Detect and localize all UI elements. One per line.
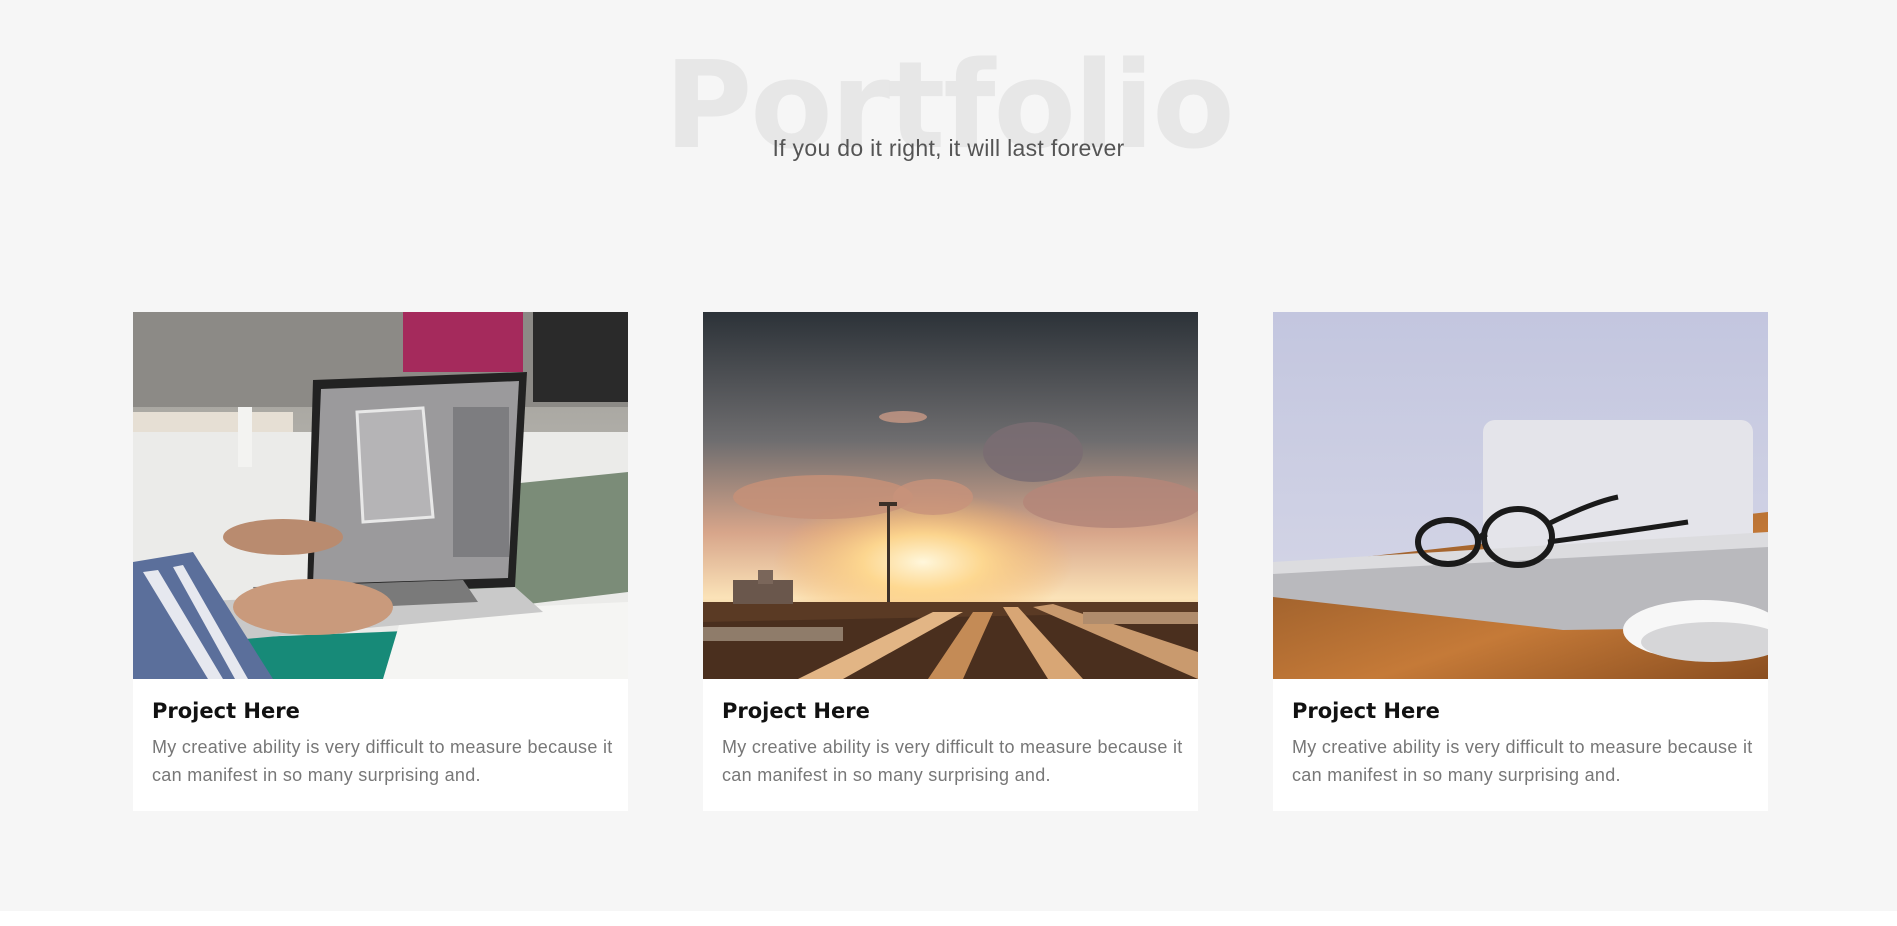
project-title[interactable]: Project Here (722, 696, 870, 726)
section-heading: Portfolio If you do it right, it will la… (0, 0, 1897, 200)
project-description: My creative ability is very difficult to… (722, 737, 1183, 785)
glasses-on-laptop-image (1273, 312, 1768, 679)
project-description: My creative ability is very difficult to… (152, 737, 613, 785)
project-image-glasses[interactable] (1273, 312, 1768, 679)
railway-sunset-image (703, 312, 1198, 679)
project-image-railway[interactable] (703, 312, 1198, 679)
portfolio-section: Portfolio If you do it right, it will la… (0, 0, 1897, 911)
portfolio-card[interactable]: Project Here My creative ability is very… (133, 312, 628, 811)
section-subtitle: If you do it right, it will last forever (772, 135, 1125, 161)
project-description: My creative ability is very difficult to… (1292, 737, 1753, 785)
project-image-laptop[interactable] (133, 312, 628, 679)
project-title[interactable]: Project Here (1292, 696, 1440, 726)
portfolio-card[interactable]: Project Here My creative ability is very… (1273, 312, 1768, 811)
project-title[interactable]: Project Here (152, 696, 300, 726)
laptop-design-image (133, 312, 628, 679)
portfolio-grid: Project Here My creative ability is very… (133, 312, 1769, 812)
portfolio-card[interactable]: Project Here My creative ability is very… (703, 312, 1198, 811)
